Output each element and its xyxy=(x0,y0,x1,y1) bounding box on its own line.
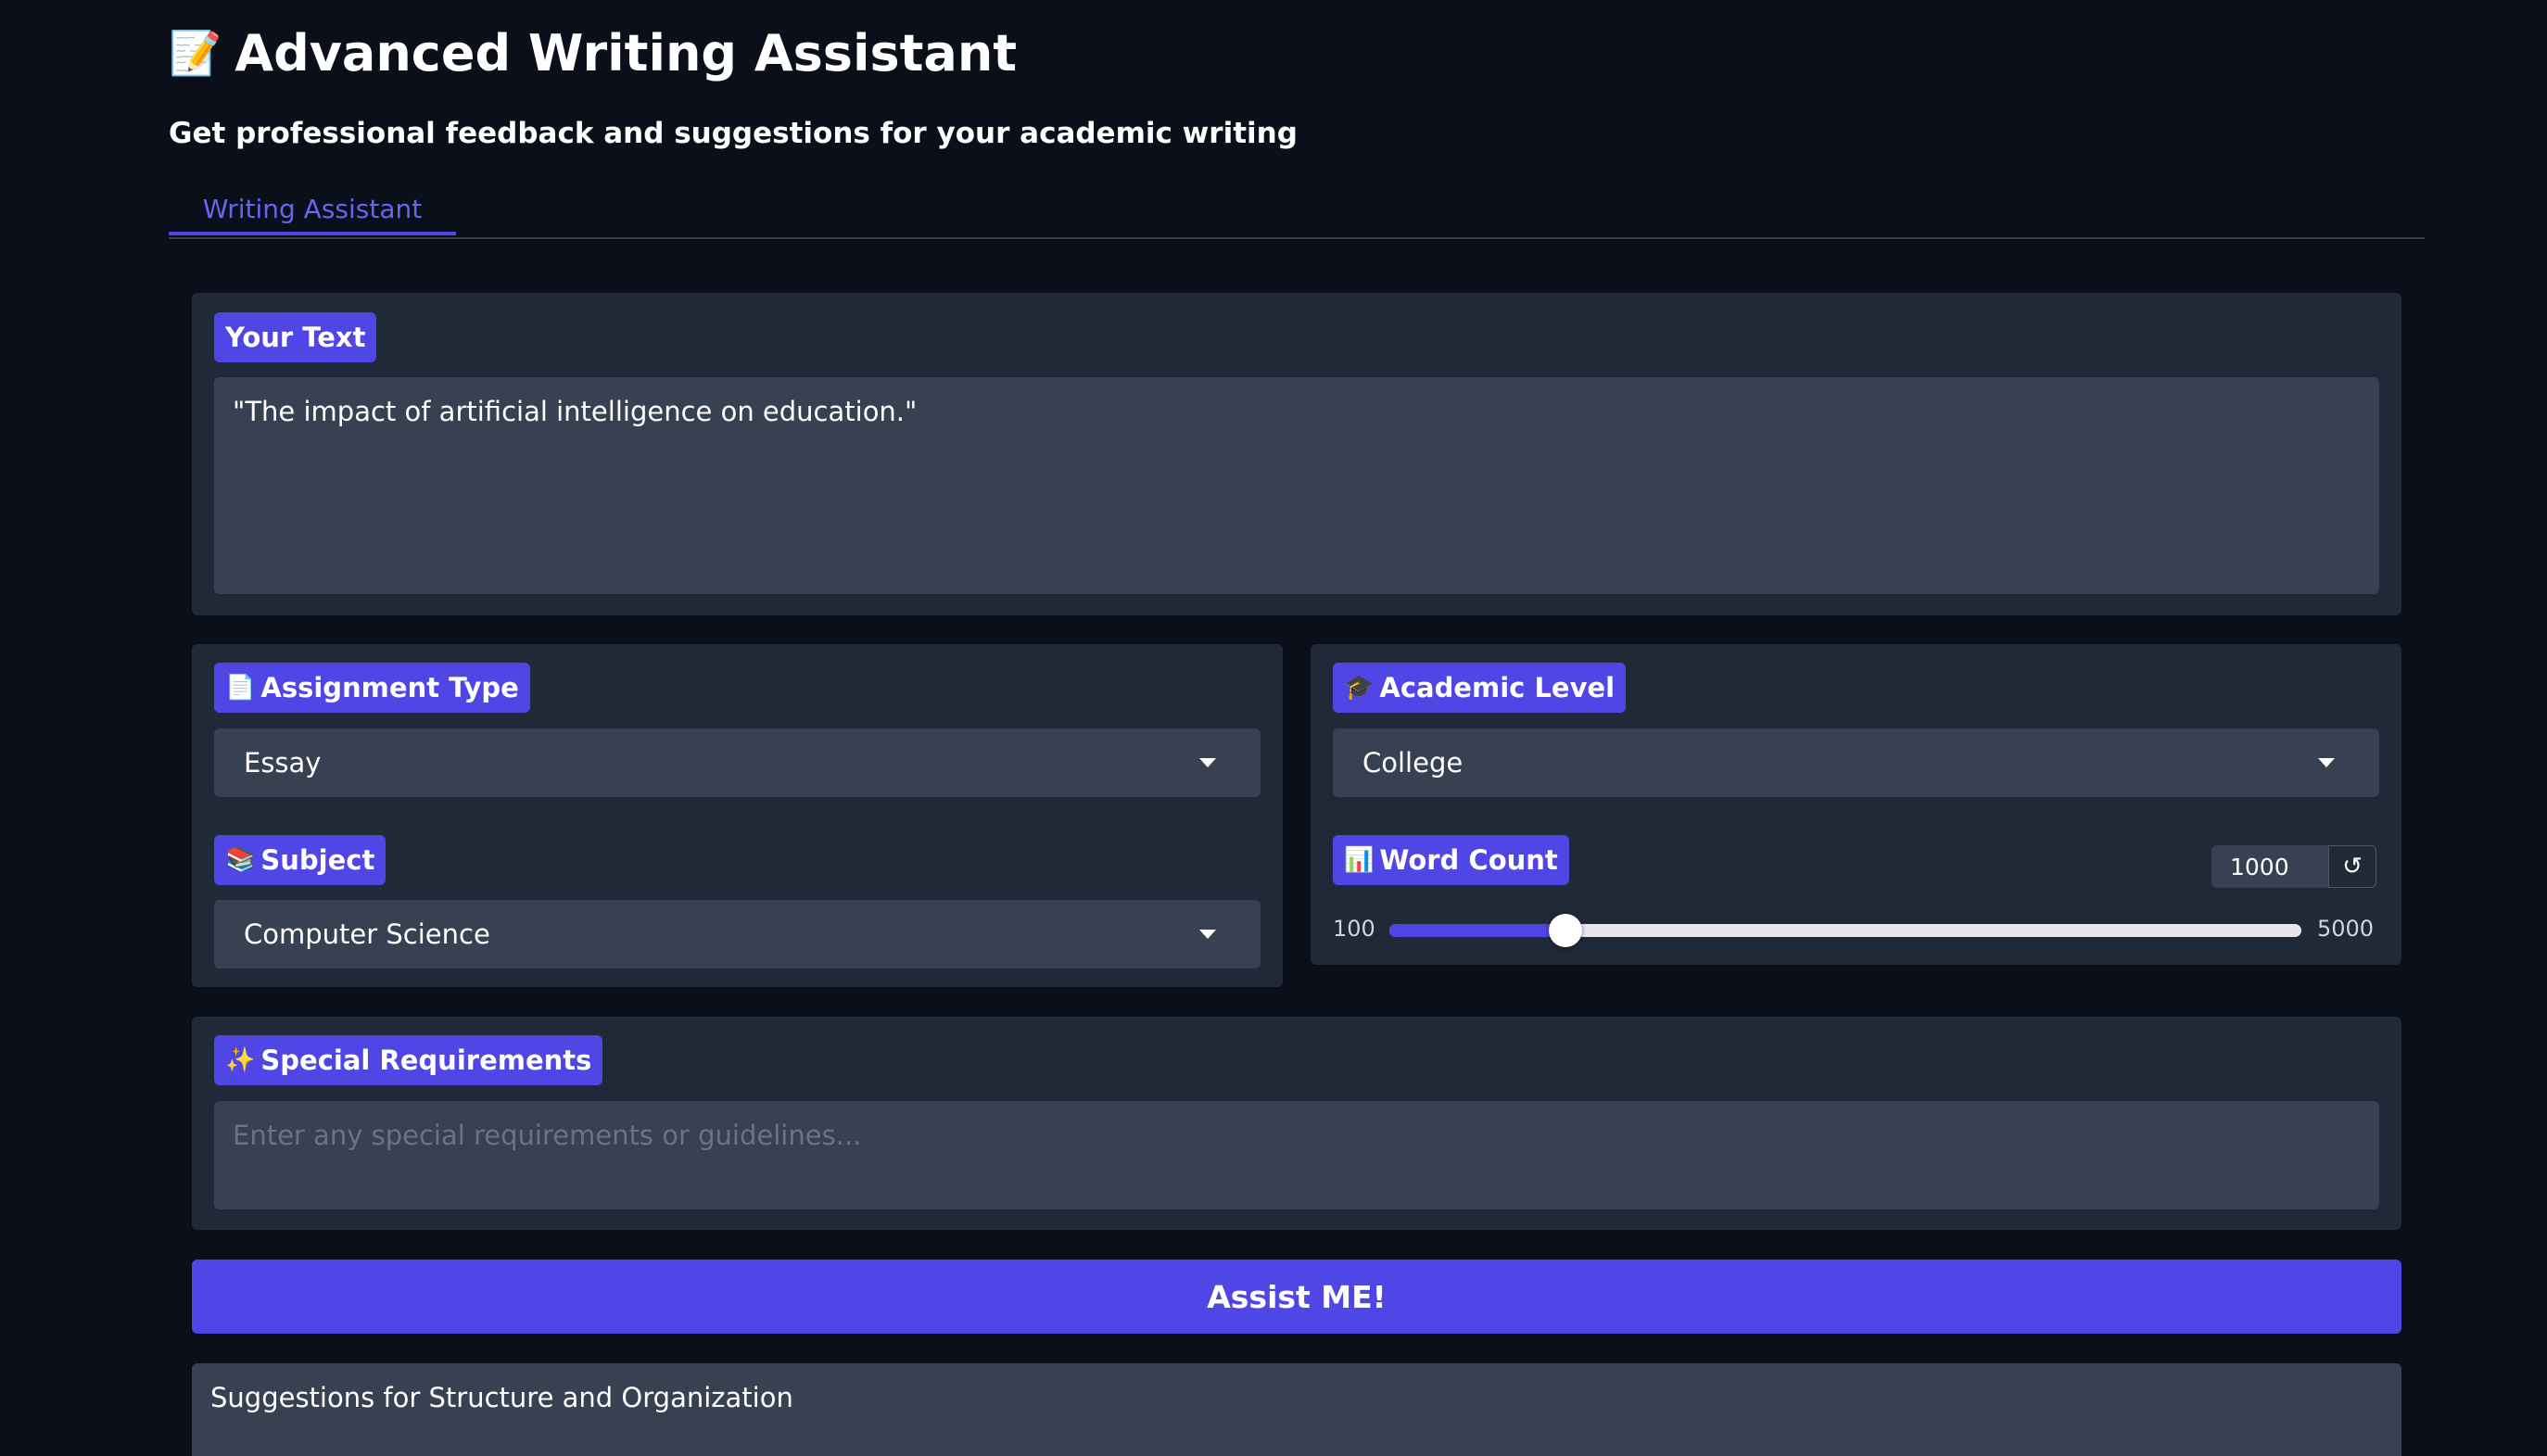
graduation-cap-icon: 🎓 xyxy=(1344,674,1375,702)
academic-level-label: 🎓 Academic Level xyxy=(1333,663,1627,713)
level-wordcount-panel: 🎓 Academic Level College 📊 Word Count 10… xyxy=(1311,644,2401,965)
your-text-label-text: Your Text xyxy=(225,322,366,353)
word-count-slider[interactable] xyxy=(1389,924,2301,937)
bar-chart-icon: 📊 xyxy=(1344,846,1375,874)
word-count-value: 1000 xyxy=(2230,853,2289,880)
special-requirements-label: ✨ Special Requirements xyxy=(214,1035,603,1085)
subject-value: Computer Science xyxy=(244,918,490,950)
word-count-number-input[interactable]: 1000 ↺ xyxy=(2211,845,2376,888)
academic-level-label-text: Academic Level xyxy=(1379,672,1616,703)
your-text-panel: Your Text "The impact of artificial inte… xyxy=(192,293,2401,615)
your-text-textarea[interactable]: "The impact of artificial intelligence o… xyxy=(214,377,2379,594)
output-label: Suggestions for Structure and Organizati… xyxy=(210,1382,793,1413)
academic-level-dropdown[interactable]: College xyxy=(1333,728,2379,797)
special-requirements-label-text: Special Requirements xyxy=(260,1045,592,1076)
word-count-label: 📊 Word Count xyxy=(1333,835,1569,885)
word-count-slider-fill xyxy=(1389,924,1565,937)
assignment-type-value: Essay xyxy=(244,747,322,779)
tab-bar: Writing Assistant xyxy=(169,185,2425,239)
page-title-text: Advanced Writing Assistant xyxy=(234,24,1018,82)
word-count-label-text: Word Count xyxy=(1379,844,1558,876)
chevron-down-icon xyxy=(1199,930,1216,939)
assist-me-button[interactable]: Assist ME! xyxy=(192,1260,2401,1334)
special-requirements-panel: ✨ Special Requirements Enter any special… xyxy=(192,1017,2401,1230)
subject-label: 📚 Subject xyxy=(214,835,386,885)
books-icon: 📚 xyxy=(225,846,256,874)
reset-icon[interactable]: ↺ xyxy=(2328,845,2376,888)
word-count-slider-thumb[interactable] xyxy=(1549,914,1582,947)
special-requirements-textarea[interactable]: Enter any special requirements or guidel… xyxy=(214,1101,2379,1209)
slider-max-label: 5000 xyxy=(2317,916,2375,942)
your-text-label: Your Text xyxy=(214,312,377,362)
special-requirements-placeholder: Enter any special requirements or guidel… xyxy=(233,1120,862,1151)
chevron-down-icon xyxy=(2318,758,2335,767)
subject-dropdown[interactable]: Computer Science xyxy=(214,900,1261,969)
document-icon: 📄 xyxy=(225,674,256,702)
assignment-type-label-text: Assignment Type xyxy=(260,672,519,703)
page-title: 📝 Advanced Writing Assistant xyxy=(169,24,1017,82)
output-panel: Suggestions for Structure and Organizati… xyxy=(192,1363,2401,1456)
page-subtitle: Get professional feedback and suggestion… xyxy=(169,117,1298,150)
sparkles-icon: ✨ xyxy=(225,1046,256,1074)
assignment-subject-panel: 📄 Assignment Type Essay 📚 Subject Comput… xyxy=(192,644,1283,987)
assignment-type-dropdown[interactable]: Essay xyxy=(214,728,1261,797)
academic-level-value: College xyxy=(1362,747,1464,779)
assignment-type-label: 📄 Assignment Type xyxy=(214,663,530,713)
subject-label-text: Subject xyxy=(260,844,375,876)
your-text-value: "The impact of artificial intelligence o… xyxy=(233,396,918,427)
tab-writing-assistant[interactable]: Writing Assistant xyxy=(169,185,456,235)
memo-icon: 📝 xyxy=(169,28,222,78)
slider-min-label: 100 xyxy=(1333,916,1375,942)
chevron-down-icon xyxy=(1199,758,1216,767)
